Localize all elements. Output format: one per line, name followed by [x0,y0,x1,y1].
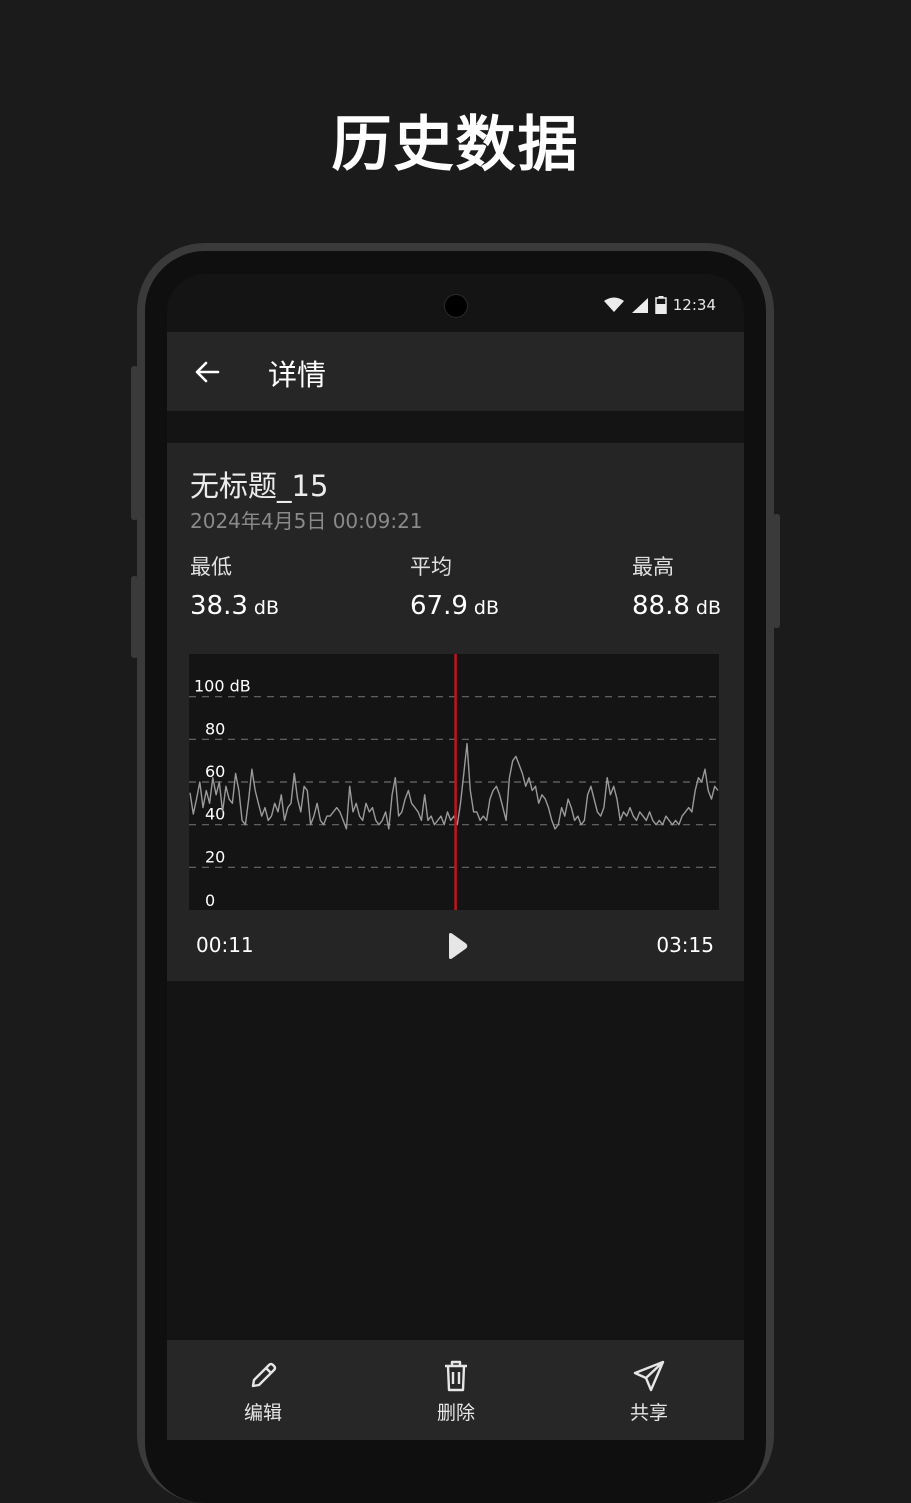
phone-side-button-right [773,514,780,628]
page-title: 详情 [268,358,327,392]
stat-min: 最低 38.3 dB [190,551,279,621]
bottom-action-bar: 编辑 删除 共享 [167,1340,744,1440]
send-icon [633,1360,665,1392]
battery-icon [655,296,667,314]
elapsed-time: 00:11 [196,933,254,957]
y-tick-label: 20 [205,847,225,866]
share-button[interactable]: 共享 [604,1358,694,1425]
y-tick-label: 100 dB [194,677,251,696]
edit-button[interactable]: 编辑 [218,1358,308,1425]
signal-icon [631,297,648,313]
back-button[interactable] [189,354,225,390]
status-bar: 12:34 [167,274,744,332]
series-line [189,742,719,830]
edit-label: 编辑 [243,1402,282,1424]
stat-min-unit: dB [253,597,279,619]
decibel-chart[interactable]: 100 dB 80 60 40 20 0 [189,654,719,910]
stat-max-unit: dB [695,597,721,619]
arrow-left-icon [195,361,220,383]
app-screen: 12:34 详情 无标题_15 2024年4月5日 00:09:21 最低 38… [167,274,744,1440]
stat-max: 最高 88.8 dB [632,551,721,621]
trash-icon [445,1360,467,1392]
record-date: 2024年4月5日 00:09:21 [190,509,423,533]
play-icon [449,933,468,959]
status-icons: 12:34 [603,294,716,316]
y-tick-label: 0 [205,891,215,910]
stat-min-label: 最低 [190,555,232,579]
share-label: 共享 [629,1402,668,1424]
status-time: 12:34 [672,296,716,314]
page-headline: 历史数据 [331,110,580,180]
y-tick-label: 60 [205,762,225,781]
y-tick-label: 80 [205,719,225,738]
stat-avg-value: 67.9 [410,591,468,621]
play-button[interactable] [444,931,470,961]
stat-min-value: 38.3 [190,591,248,621]
decibel-chart-svg: 100 dB806040200 [189,654,719,910]
app-bar: 详情 [167,332,744,411]
stat-avg-label: 平均 [410,555,452,579]
total-duration: 03:15 [656,933,714,957]
record-title: 无标题_15 [190,469,329,503]
stat-max-value: 88.8 [632,591,690,621]
record-card: 无标题_15 2024年4月5日 00:09:21 最低 38.3 dB 平均 6… [167,443,744,981]
stat-avg-unit: dB [473,597,499,619]
delete-label: 删除 [436,1402,475,1424]
front-camera [444,294,468,318]
stat-avg: 平均 67.9 dB [410,551,499,621]
stat-max-label: 最高 [632,555,674,579]
delete-button[interactable]: 删除 [411,1358,501,1425]
wifi-icon [603,297,624,312]
pencil-icon [251,1362,277,1388]
